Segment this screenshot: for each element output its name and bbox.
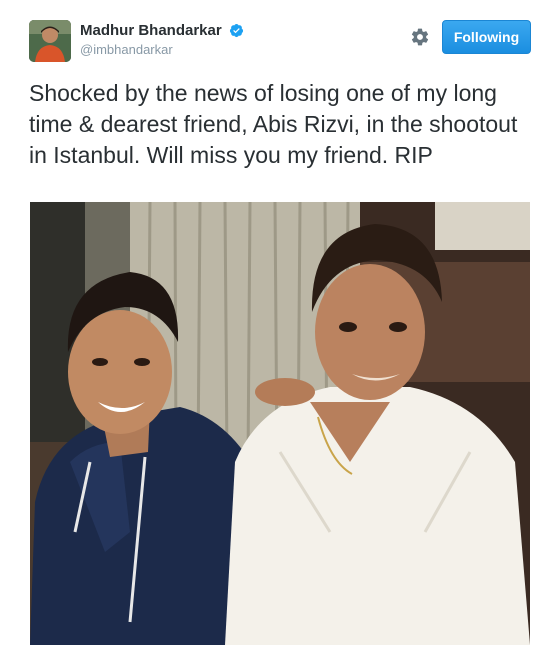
tweet-header: Madhur Bhandarkar @imbhandarkar Followin… <box>29 18 531 66</box>
user-identity: Madhur Bhandarkar @imbhandarkar <box>80 22 244 57</box>
user-handle[interactable]: @imbhandarkar <box>80 42 244 57</box>
gear-icon[interactable] <box>410 27 430 47</box>
verified-badge-icon <box>230 24 244 38</box>
avatar[interactable] <box>29 20 71 62</box>
following-button[interactable]: Following <box>442 20 531 54</box>
display-name[interactable]: Madhur Bhandarkar <box>80 22 222 39</box>
tweet-text: Shocked by the news of losing one of my … <box>29 80 518 168</box>
tweet-photo[interactable] <box>30 202 530 645</box>
